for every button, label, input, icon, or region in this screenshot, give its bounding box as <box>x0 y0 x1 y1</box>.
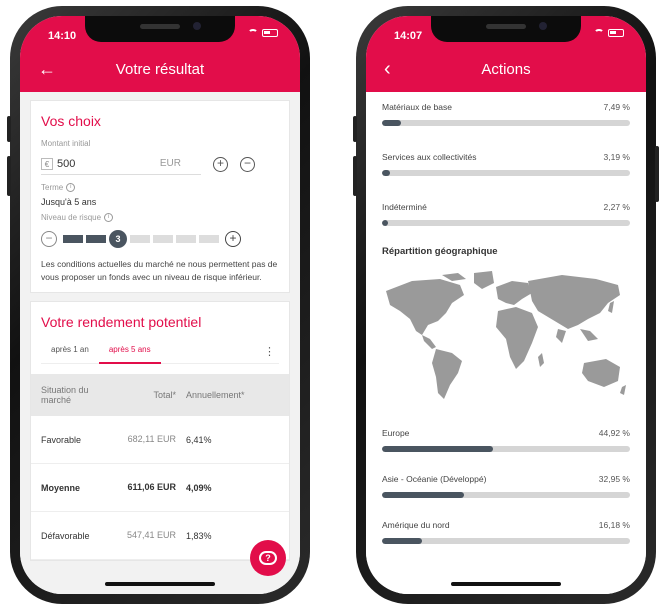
phone-left: 14:10 ← Votre résultat Vos choix Montant… <box>7 6 310 604</box>
row-total: 547,41 EUR <box>126 530 176 540</box>
progress-fill <box>382 120 401 126</box>
risk-segment <box>199 235 219 243</box>
region-progress-bar <box>382 538 630 544</box>
sector-progress-bar <box>382 220 630 226</box>
screen-right: 14:07 ‹ Actions Matériaux de base 7,49 % … <box>366 16 646 594</box>
amount-value: 500 <box>57 157 76 170</box>
row-situation: Favorable <box>41 434 82 445</box>
chat-bubble-icon: ? <box>259 551 277 565</box>
row-annual: 1,83% <box>186 530 212 541</box>
risk-note: Les conditions actuelles du marché ne no… <box>41 259 278 282</box>
row-situation: Défavorable <box>41 530 90 541</box>
amount-label: Montant initial <box>41 139 91 148</box>
progress-fill <box>382 220 388 226</box>
sector-percent: 7,49 % <box>603 102 630 112</box>
region-progress-bar <box>382 446 630 452</box>
region-percent: 16,18 % <box>598 520 630 530</box>
sector-progress-bar <box>382 120 630 126</box>
sector-item: Indéterminé 2,27 % <box>382 202 630 226</box>
term-value: Jusqu'à 5 ans <box>41 197 97 207</box>
chat-help-button[interactable]: ? <box>250 540 286 576</box>
info-icon[interactable]: i <box>104 213 114 222</box>
decrease-amount-button[interactable]: − <box>240 156 255 172</box>
table-row: Moyenne 611,06 EUR 4,09% <box>31 464 289 512</box>
risk-level-selector[interactable]: − 3 + <box>41 230 279 248</box>
yield-heading: Votre rendement potentiel <box>41 314 202 330</box>
region-name: Asie - Océanie (Développé) <box>382 474 487 484</box>
region-progress-bar <box>382 492 630 498</box>
term-label: Terme <box>41 183 64 192</box>
region-item: Asie - Océanie (Développé) 32,95 % <box>382 474 630 498</box>
wifi-icon <box>248 29 258 37</box>
sector-progress-bar <box>382 170 630 176</box>
increase-amount-button[interactable]: + <box>213 156 228 172</box>
screen-left: 14:10 ← Votre résultat Vos choix Montant… <box>20 16 300 594</box>
region-name: Europe <box>382 428 410 438</box>
sector-name: Indéterminé <box>382 202 427 212</box>
table-row: Favorable 682,11 EUR 6,41% <box>31 416 289 464</box>
phone-right: 14:07 ‹ Actions Matériaux de base 7,49 % … <box>353 6 659 604</box>
sector-item: Services aux collectivités 3,19 % <box>382 152 630 176</box>
row-situation: Moyenne <box>41 482 81 493</box>
info-icon[interactable]: i <box>66 183 76 192</box>
yield-tabs: après 1 an après 5 ans ⋮ <box>41 340 279 364</box>
euro-icon: € <box>41 157 53 170</box>
choices-card: Vos choix Montant initial € 500 EUR + − … <box>30 100 290 293</box>
risk-segment <box>63 235 83 243</box>
column-header: Situation du marché <box>41 385 89 405</box>
region-item: Amérique du nord 16,18 % <box>382 520 630 544</box>
page-title: Actions <box>481 61 531 78</box>
notch <box>431 16 581 42</box>
tab-after-5-years[interactable]: après 5 ans <box>98 340 161 364</box>
row-annual: 4,09% <box>186 482 212 493</box>
sector-name: Matériaux de base <box>382 102 452 112</box>
region-name: Amérique du nord <box>382 520 450 530</box>
yield-table: Situation du marché Total* Annuellement*… <box>31 374 289 560</box>
status-time: 14:07 <box>394 30 423 42</box>
sector-percent: 2,27 % <box>603 202 630 212</box>
column-header: Total* <box>153 390 176 400</box>
table-header: Situation du marché Total* Annuellement* <box>31 374 289 416</box>
risk-segment <box>130 235 150 243</box>
battery-icon <box>608 29 624 37</box>
row-annual: 6,41% <box>186 434 212 445</box>
result-content: Vos choix Montant initial € 500 EUR + − … <box>20 92 300 594</box>
column-header: Annuellement* <box>186 390 245 400</box>
risk-segment <box>86 235 106 243</box>
world-map <box>386 271 626 399</box>
amount-field[interactable]: € 500 EUR <box>41 153 201 175</box>
page-title: Votre résultat <box>115 61 205 78</box>
progress-fill <box>382 170 390 176</box>
status-time: 14:10 <box>48 30 77 42</box>
progress-fill <box>382 446 494 452</box>
home-indicator[interactable] <box>105 582 215 586</box>
row-total: 682,11 EUR <box>127 434 176 444</box>
notch <box>85 16 235 42</box>
sector-percent: 3,19 % <box>603 152 630 162</box>
risk-level-indicator[interactable]: 3 <box>109 230 127 248</box>
progress-fill <box>382 492 464 498</box>
actions-content: Matériaux de base 7,49 % Services aux col… <box>366 92 646 594</box>
home-indicator[interactable] <box>451 582 561 586</box>
risk-label: Niveau de risque <box>41 213 102 222</box>
yield-card: Votre rendement potentiel après 1 an apr… <box>30 301 290 561</box>
increase-risk-button[interactable]: + <box>225 231 241 247</box>
row-total: 611,06 EUR <box>127 482 176 492</box>
choices-heading: Vos choix <box>41 113 101 129</box>
progress-fill <box>382 538 423 544</box>
risk-segment <box>153 235 173 243</box>
region-percent: 44,92 % <box>598 428 630 438</box>
sector-name: Services aux collectivités <box>382 152 477 162</box>
battery-icon <box>262 29 278 37</box>
region-item: Europe 44,92 % <box>382 428 630 452</box>
tab-after-1-year[interactable]: après 1 an <box>41 340 99 364</box>
geo-distribution-title: Répartition géographique <box>382 246 498 257</box>
sector-item: Matériaux de base 7,49 % <box>382 102 630 126</box>
risk-segment <box>176 235 196 243</box>
region-percent: 32,95 % <box>598 474 630 484</box>
decrease-risk-button[interactable]: − <box>41 231 57 247</box>
amount-currency: EUR <box>159 158 181 169</box>
wifi-icon <box>594 29 604 37</box>
more-options-icon[interactable]: ⋮ <box>264 345 279 358</box>
